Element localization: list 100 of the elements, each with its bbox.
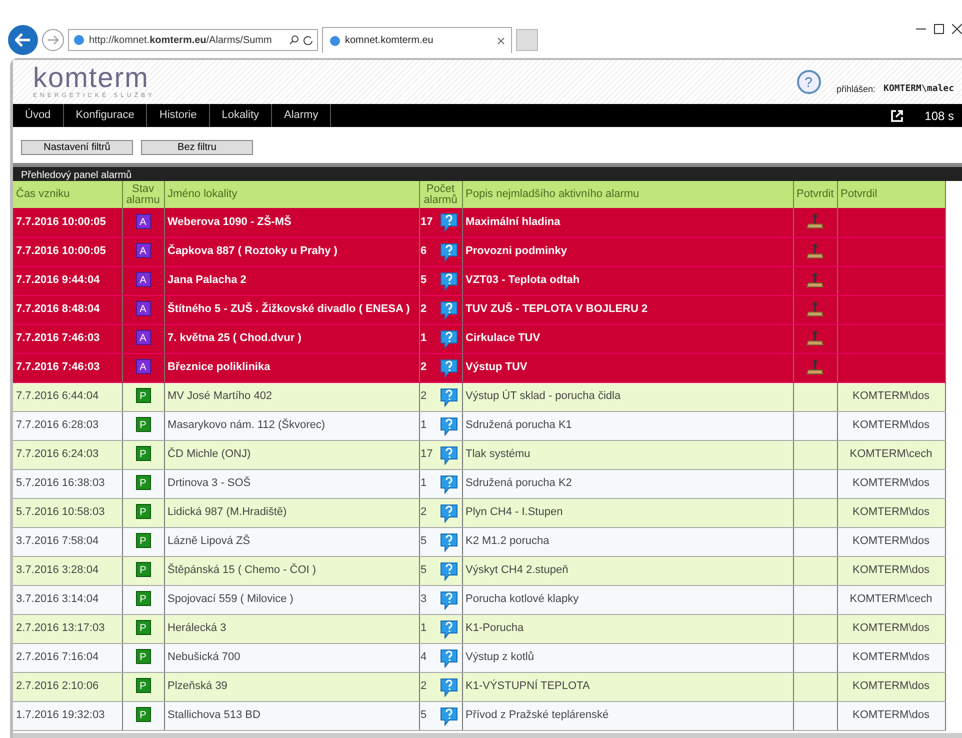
table-cell: Lázně Lipová ZŠ xyxy=(164,527,419,556)
table-cell: 7.7.2016 8:48:04 xyxy=(13,295,122,324)
table-cell: KOMTERM\cech xyxy=(837,585,945,614)
table-cell-text: 3 xyxy=(420,592,427,608)
help-bubble-icon[interactable] xyxy=(438,212,458,232)
help-bubble-icon[interactable] xyxy=(438,474,458,494)
nav-link[interactable]: Úvod xyxy=(13,104,64,127)
table-cell: 7.7.2016 10:00:05 xyxy=(13,237,122,266)
external-link-icon[interactable] xyxy=(890,110,903,122)
help-bubble-icon[interactable] xyxy=(438,706,458,726)
table-cell-text: 2 xyxy=(420,360,427,376)
table-cell: KOMTERM\dos xyxy=(837,614,945,643)
filter-button[interactable]: Nastavení filtrů xyxy=(21,140,133,155)
state-badge: P xyxy=(136,417,150,432)
stamp-icon[interactable] xyxy=(806,213,824,232)
tab-title: komnet.komterm.eu xyxy=(345,34,434,48)
help-bubble-icon[interactable] xyxy=(438,532,458,552)
table-cell: KOMTERM\dos xyxy=(837,469,945,498)
column-header[interactable]: Potvrdit xyxy=(793,181,837,208)
column-header[interactable]: Stav alarmu xyxy=(122,181,164,208)
nav-link[interactable]: Lokality xyxy=(210,104,272,127)
column-header[interactable]: Čas vzniku xyxy=(13,181,122,208)
stamp-icon[interactable] xyxy=(806,272,824,290)
help-bubble-icon[interactable] xyxy=(438,386,458,406)
back-button[interactable] xyxy=(8,25,38,55)
table-cell: 2.7.2016 7:16:04 xyxy=(13,643,122,672)
table-cell: KOMTERM\dos xyxy=(837,498,945,527)
state-badge: P xyxy=(136,591,150,606)
table-cell: Výstup z kotlů xyxy=(462,643,793,672)
table-cell-text: 2 xyxy=(420,302,427,318)
nav-link[interactable]: Konfigurace xyxy=(64,104,148,127)
help-bubble-icon[interactable] xyxy=(438,618,458,638)
nav-link[interactable]: Historie xyxy=(147,104,210,127)
state-badge: P xyxy=(136,707,150,722)
column-header[interactable]: Potvrdil xyxy=(837,181,945,208)
help-bubble-icon[interactable] xyxy=(438,560,458,580)
table-cell: 3.7.2016 3:14:04 xyxy=(13,585,122,614)
table-cell: MV José Martího 402 xyxy=(164,382,419,411)
table-cell: 7.7.2016 6:44:04 xyxy=(13,382,122,411)
stamp-icon[interactable] xyxy=(806,330,824,348)
help-bubble-icon[interactable] xyxy=(438,648,458,668)
help-bubble-icon[interactable] xyxy=(438,300,458,320)
stamp-icon[interactable] xyxy=(806,358,824,376)
table-cell: 5.7.2016 16:38:03 xyxy=(13,469,122,498)
column-header[interactable]: Jméno lokality xyxy=(164,181,419,208)
table-cell: KOMTERM\dos xyxy=(837,643,945,672)
table-cell: K1-VÝSTUPNÍ TEPLOTA xyxy=(462,672,793,701)
close-icon[interactable] xyxy=(952,24,962,34)
state-badge: A xyxy=(136,243,150,258)
state-badge: P xyxy=(136,533,150,548)
table-cell: Porucha kotlové klapky xyxy=(462,585,793,614)
table-cell: 7.7.2016 10:00:05 xyxy=(13,208,122,237)
right-arrow-icon xyxy=(47,35,59,45)
state-badge: P xyxy=(136,620,150,636)
table-cell: Weberova 1090 - ZŠ-MŠ xyxy=(164,208,419,237)
table-cell: Provozni podminky xyxy=(462,237,793,266)
help-bubble-icon[interactable] xyxy=(438,270,458,290)
help-bubble-icon[interactable] xyxy=(438,590,458,610)
table-cell-text: 1 xyxy=(420,331,427,346)
table-cell: Cirkulace TUV xyxy=(462,324,793,353)
table-cell: Čapkova 887 ( Roztoky u Prahy ) xyxy=(164,237,419,266)
forward-button[interactable] xyxy=(42,29,64,51)
table-cell: Plzeňská 39 xyxy=(164,672,419,701)
refresh-timer: 108 s xyxy=(924,108,954,124)
state-badge: P xyxy=(136,388,150,404)
column-header[interactable]: Počet alarmů xyxy=(419,181,462,208)
table-cell: Sdružená porucha K2 xyxy=(462,469,793,498)
maximize-icon[interactable] xyxy=(934,24,944,34)
table-cell: K2 M1.2 porucha xyxy=(462,527,793,556)
stamp-icon[interactable] xyxy=(806,300,824,318)
table-cell: KOMTERM\dos xyxy=(837,672,945,701)
table-cell: Stallichova 513 BD xyxy=(164,701,419,730)
table-cell: VZT03 - Teplota odtah xyxy=(462,266,793,295)
help-bubble-icon[interactable] xyxy=(438,502,458,522)
table-cell-text: 2 xyxy=(420,679,427,694)
table-cell-text: 5 xyxy=(420,563,427,578)
state-badge: P xyxy=(136,678,150,694)
table-cell: 2.7.2016 13:17:03 xyxy=(13,614,122,643)
help-icon[interactable]: ? xyxy=(796,70,821,94)
help-bubble-icon[interactable] xyxy=(438,444,458,464)
table-cell: K1-Porucha xyxy=(462,614,793,643)
state-badge: A xyxy=(136,330,150,346)
column-header[interactable]: Popis nejmladšího aktivního alarmu xyxy=(462,181,793,208)
help-bubble-icon[interactable] xyxy=(438,328,458,348)
help-bubble-icon[interactable] xyxy=(438,416,458,436)
nav-link[interactable]: Alarmy xyxy=(272,104,332,127)
table-cell: Březnice poliklinika xyxy=(164,353,419,382)
refresh-icon[interactable] xyxy=(303,35,313,45)
table-cell: Drtinova 3 - SOŠ xyxy=(164,469,419,498)
table-cell-text: 1 xyxy=(420,621,427,636)
help-bubble-icon[interactable] xyxy=(438,242,458,262)
table-cell: ČD Michle (ONJ) xyxy=(164,440,419,469)
browser-tab[interactable]: komnet.komterm.eu xyxy=(322,27,512,53)
address-bar[interactable]: http://komnet.komterm.eu/Alarms/Summ xyxy=(68,29,318,51)
table-cell-text: 4 xyxy=(420,650,427,666)
filter-button[interactable]: Bez filtru xyxy=(141,140,253,155)
help-bubble-icon[interactable] xyxy=(438,358,458,378)
stamp-icon[interactable] xyxy=(806,242,824,260)
help-bubble-icon[interactable] xyxy=(438,676,458,696)
close-icon[interactable] xyxy=(497,36,505,44)
